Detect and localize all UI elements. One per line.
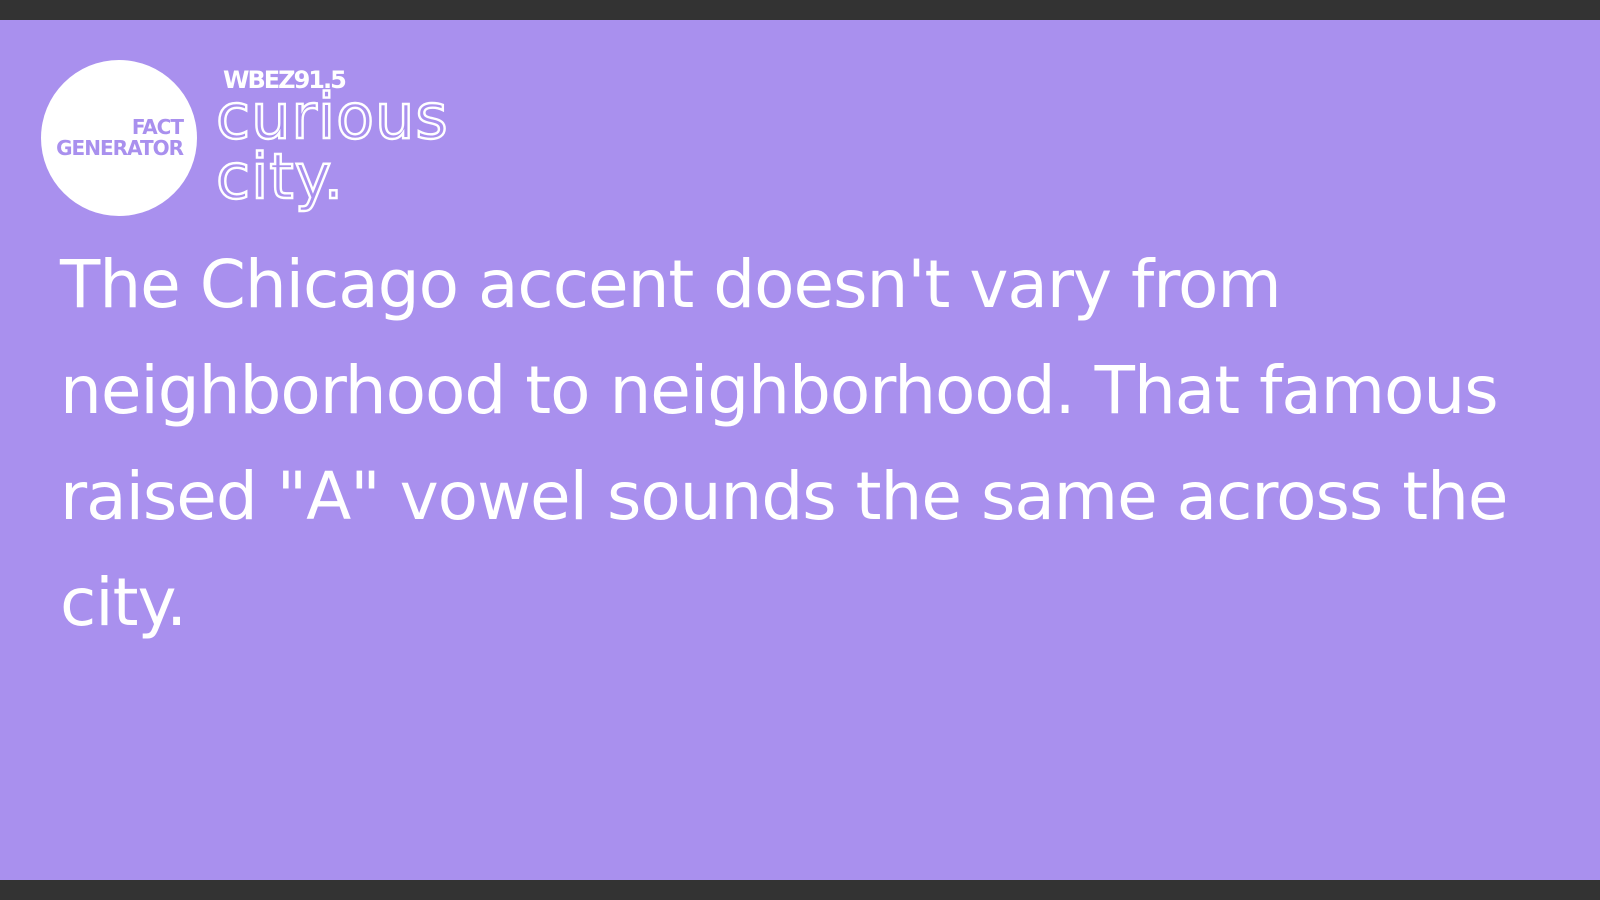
- fact-generator-badge: FACT GENERATOR: [41, 60, 197, 216]
- badge-line-2: GENERATOR: [56, 136, 184, 160]
- wordmark-line-2: city.: [216, 140, 344, 213]
- top-frame-bar: [0, 0, 1600, 20]
- bottom-frame-bar: [0, 880, 1600, 900]
- fact-text: The Chicago accent doesn't vary from nei…: [60, 246, 1509, 641]
- curious-city-logo: curious city.: [216, 79, 449, 214]
- badge-line-1: FACT: [131, 115, 184, 139]
